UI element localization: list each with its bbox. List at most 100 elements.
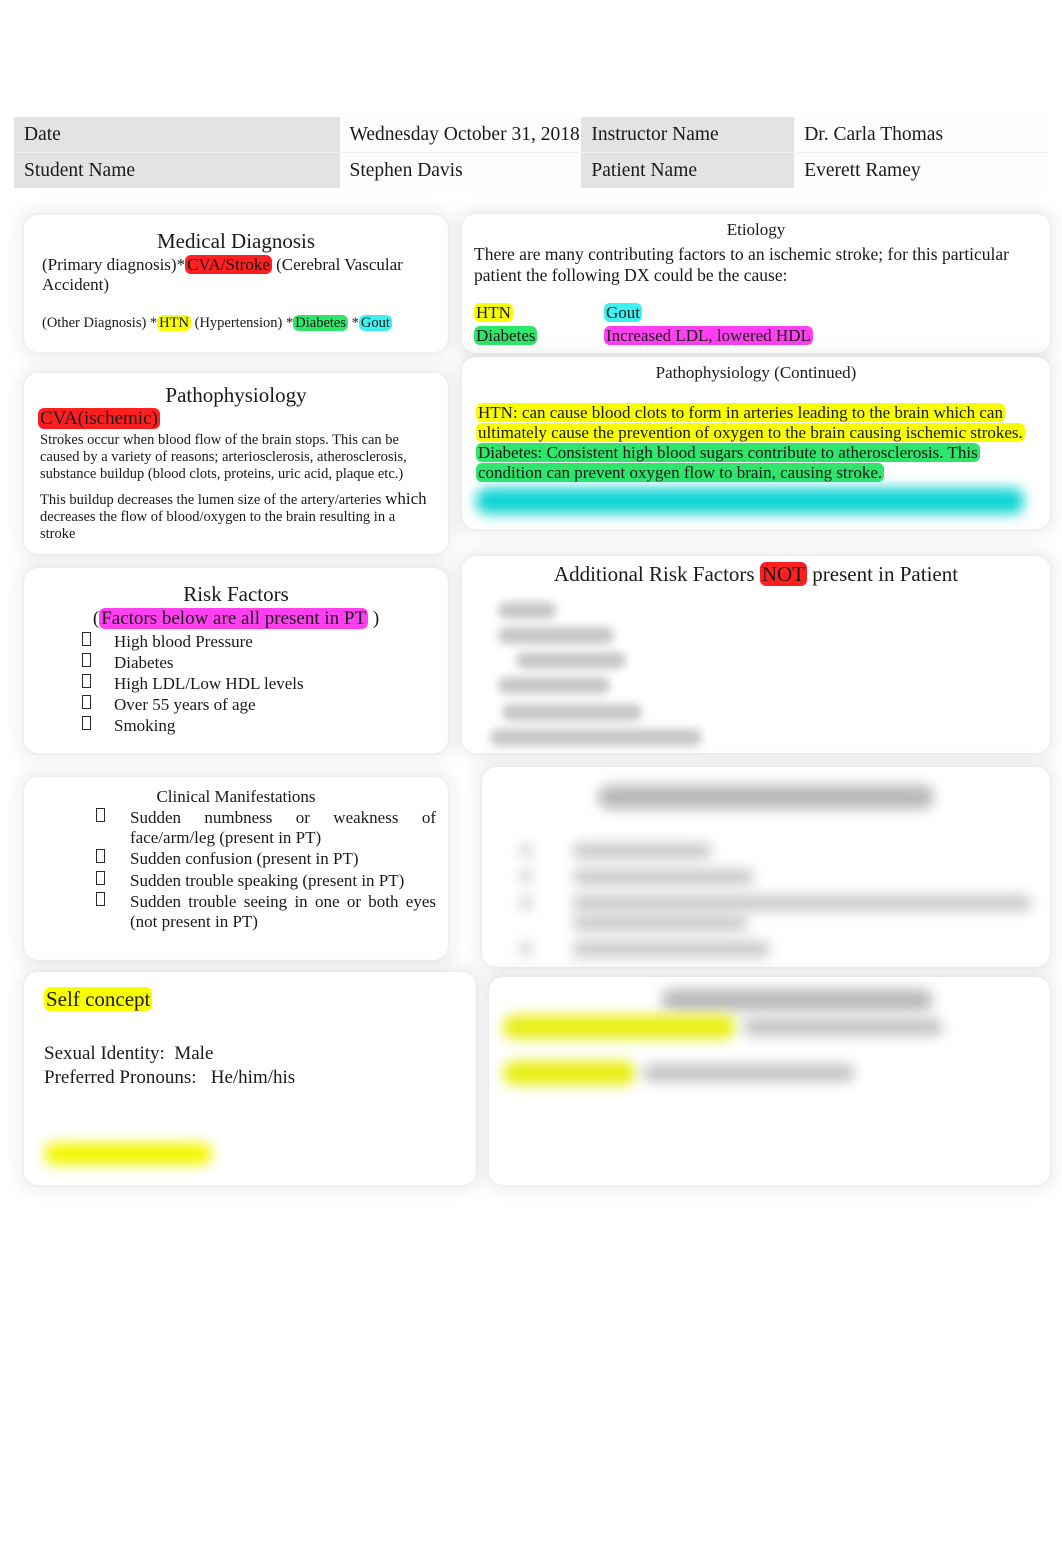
list-item-continuation <box>572 915 748 931</box>
other-diagnosis-gout: Gout <box>358 314 392 331</box>
list-item-label: Sudden numbness or weakness of face/arm/… <box>130 808 436 848</box>
primary-diagnosis-line: (Primary diagnosis)* CVA/Stroke (Cerebral… <box>42 255 430 294</box>
list-item-label: Sudden trouble speaking (present in PT) <box>130 870 405 890</box>
pathophysiology-subtitle: CVA(ischemic) <box>38 408 432 430</box>
pathophysiology-card: Pathophysiology CVA(ischemic) Strokes oc… <box>24 373 448 554</box>
clinical-manifestations-continued-card <box>482 767 1050 967</box>
risk-factors-subtitle-close: ) <box>368 608 380 630</box>
self-concept-redacted-line <box>44 1143 212 1166</box>
pathophysiology-continued-diabetes-text: Diabetes: Consistent high blood sugars c… <box>476 442 980 482</box>
other-diagnosis-htn: HTN <box>157 314 191 331</box>
list-item: Diabetes <box>36 653 436 673</box>
preferred-pronouns-label: Preferred Pronouns: <box>44 1067 197 1089</box>
instructor-name-label: Instructor Name <box>581 117 795 153</box>
list-item-label: High LDL/Low HDL levels <box>114 674 304 694</box>
student-name-value: Stephen Davis <box>339 152 582 188</box>
psychosocial-line-text <box>743 1018 943 1036</box>
pathophysiology-continued-htn-text: HTN: can cause blood clots to form in ar… <box>476 403 1025 443</box>
list-item <box>498 627 614 645</box>
list-item-label: High blood Pressure <box>114 631 253 651</box>
other-diagnosis-diabetes: Diabetes <box>293 314 348 331</box>
list-item-label: Diabetes <box>114 653 174 673</box>
list-item <box>516 652 626 670</box>
list-item: Sudden numbness or weakness of face/arm/… <box>36 808 436 848</box>
clinical-manifestations-continued-list <box>498 843 1034 957</box>
bullet-box-icon <box>96 808 105 823</box>
primary-diagnosis-highlight: CVA/Stroke <box>185 255 272 275</box>
list-item: Smoking <box>36 716 436 736</box>
list-item <box>490 729 702 747</box>
table-row: Date Wednesday October 31, 2018 Instruct… <box>14 117 1048 153</box>
psychosocial-line <box>503 1061 1036 1085</box>
psychosocial-line-text <box>643 1064 855 1082</box>
additional-risk-factors-not-highlight: NOT <box>759 562 808 586</box>
medical-diagnosis-card: Medical Diagnosis (Primary diagnosis)* CV… <box>24 215 448 352</box>
clinical-manifestations-list: Sudden numbness or weakness of face/arm/… <box>36 808 436 931</box>
additional-risk-factors-title: Additional Risk Factors NOT present in P… <box>476 562 1036 586</box>
etiology-gout: Gout <box>604 303 642 323</box>
bullet-box-icon <box>82 631 91 646</box>
psychosocial-line <box>503 1015 1036 1039</box>
etiology-title: Etiology <box>726 220 786 239</box>
etiology-diabetes: Diabetes <box>474 326 538 346</box>
preferred-pronouns-line: Preferred Pronouns: He/him/his <box>44 1067 456 1089</box>
clinical-manifestations-card: Clinical Manifestations Sudden numbness … <box>24 777 448 960</box>
other-diagnosis-line: (Other Diagnosis) * HTN (Hypertension) * D… <box>42 314 430 332</box>
list-item: High LDL/Low HDL levels <box>36 674 436 694</box>
self-concept-card: Self concept Sexual Identity: Male Prefe… <box>24 972 476 1185</box>
etiology-item: Increased LDL, lowered HDL <box>604 326 813 346</box>
pathophysiology-para-2c: decreases the flow of blood/oxygen to th… <box>40 508 396 542</box>
pathophysiology-para-2b: which <box>385 488 427 508</box>
pathophysiology-continued-card: Pathophysiology (Continued) HTN: can cau… <box>462 357 1050 529</box>
list-item <box>498 602 556 620</box>
student-name-label: Student Name <box>14 152 340 188</box>
bullet-box-icon <box>96 891 105 906</box>
clinical-manifestations-title: Clinical Manifestations <box>156 787 316 806</box>
patient-name-label: Patient Name <box>581 152 795 188</box>
psychosocial-title <box>661 989 933 1011</box>
risk-factors-subtitle: (Factors below are all present in PT ) <box>36 608 436 630</box>
other-diagnosis-mid: * <box>348 314 359 331</box>
psychosocial-line-highlight <box>503 1061 635 1085</box>
date-label: Date <box>14 117 340 153</box>
bullet-box-icon <box>82 695 91 710</box>
etiology-ldl-hdl: Increased LDL, lowered HDL <box>604 326 813 346</box>
etiology-intro: There are many contributing factors to a… <box>474 244 1010 286</box>
pathophysiology-continued-title: Pathophysiology (Continued) <box>655 363 857 382</box>
list-item: Sudden trouble seeing in one or both eye… <box>36 891 436 932</box>
bullet-box-icon <box>520 895 532 910</box>
bullet-box-icon <box>96 849 105 864</box>
medical-diagnosis-title: Medical Diagnosis <box>156 229 316 253</box>
pathophysiology-para-1: Strokes occur when blood flow of the bra… <box>40 432 407 482</box>
date-value: Wednesday October 31, 2018 <box>339 117 582 153</box>
self-concept-title-highlight: Self concept <box>44 987 153 1011</box>
sexual-identity-line: Sexual Identity: Male <box>44 1043 456 1065</box>
risk-factors-list: High blood Pressure Diabetes High LDL/Lo… <box>36 631 436 736</box>
list-item: Over 55 years of age <box>36 695 436 715</box>
list-item <box>502 704 642 722</box>
instructor-name-value: Dr. Carla Thomas <box>794 117 1048 153</box>
etiology-card: Etiology There are many contributing fac… <box>462 214 1050 353</box>
list-item: Sudden trouble speaking (present in PT) <box>36 870 436 891</box>
bullet-box-icon <box>520 941 532 956</box>
list-item <box>572 843 712 859</box>
psychosocial-line-highlight <box>503 1015 735 1039</box>
preferred-pronouns-value: He/him/his <box>210 1067 296 1089</box>
list-item <box>572 869 754 885</box>
pathophysiology-title: Pathophysiology <box>165 383 307 407</box>
list-item-label: Sudden trouble seeing in one or both eye… <box>130 891 436 931</box>
self-concept-title: Self concept <box>44 987 456 1011</box>
pathophysiology-continued-htn: HTN: can cause blood clots to form in ar… <box>476 403 1036 443</box>
list-item <box>572 941 770 957</box>
additional-risk-factors-list <box>476 602 1036 747</box>
risk-factors-title: Risk Factors <box>183 582 289 606</box>
list-item-label: Smoking <box>114 716 176 736</box>
additional-risk-factors-card: Additional Risk Factors NOT present in P… <box>462 556 1050 753</box>
list-item <box>572 895 1032 911</box>
risk-factors-subtitle-highlight: Factors below are all present in PT <box>99 608 369 630</box>
other-diagnosis-htn-suffix: (Hypertension) * <box>190 314 294 331</box>
bullet-box-icon <box>82 653 91 668</box>
additional-risk-factors-title-suffix: present in Patient <box>807 562 959 586</box>
bullet-box-icon <box>520 869 532 884</box>
pathophysiology-para-2a: This buildup decreases the lumen size of… <box>40 491 386 508</box>
